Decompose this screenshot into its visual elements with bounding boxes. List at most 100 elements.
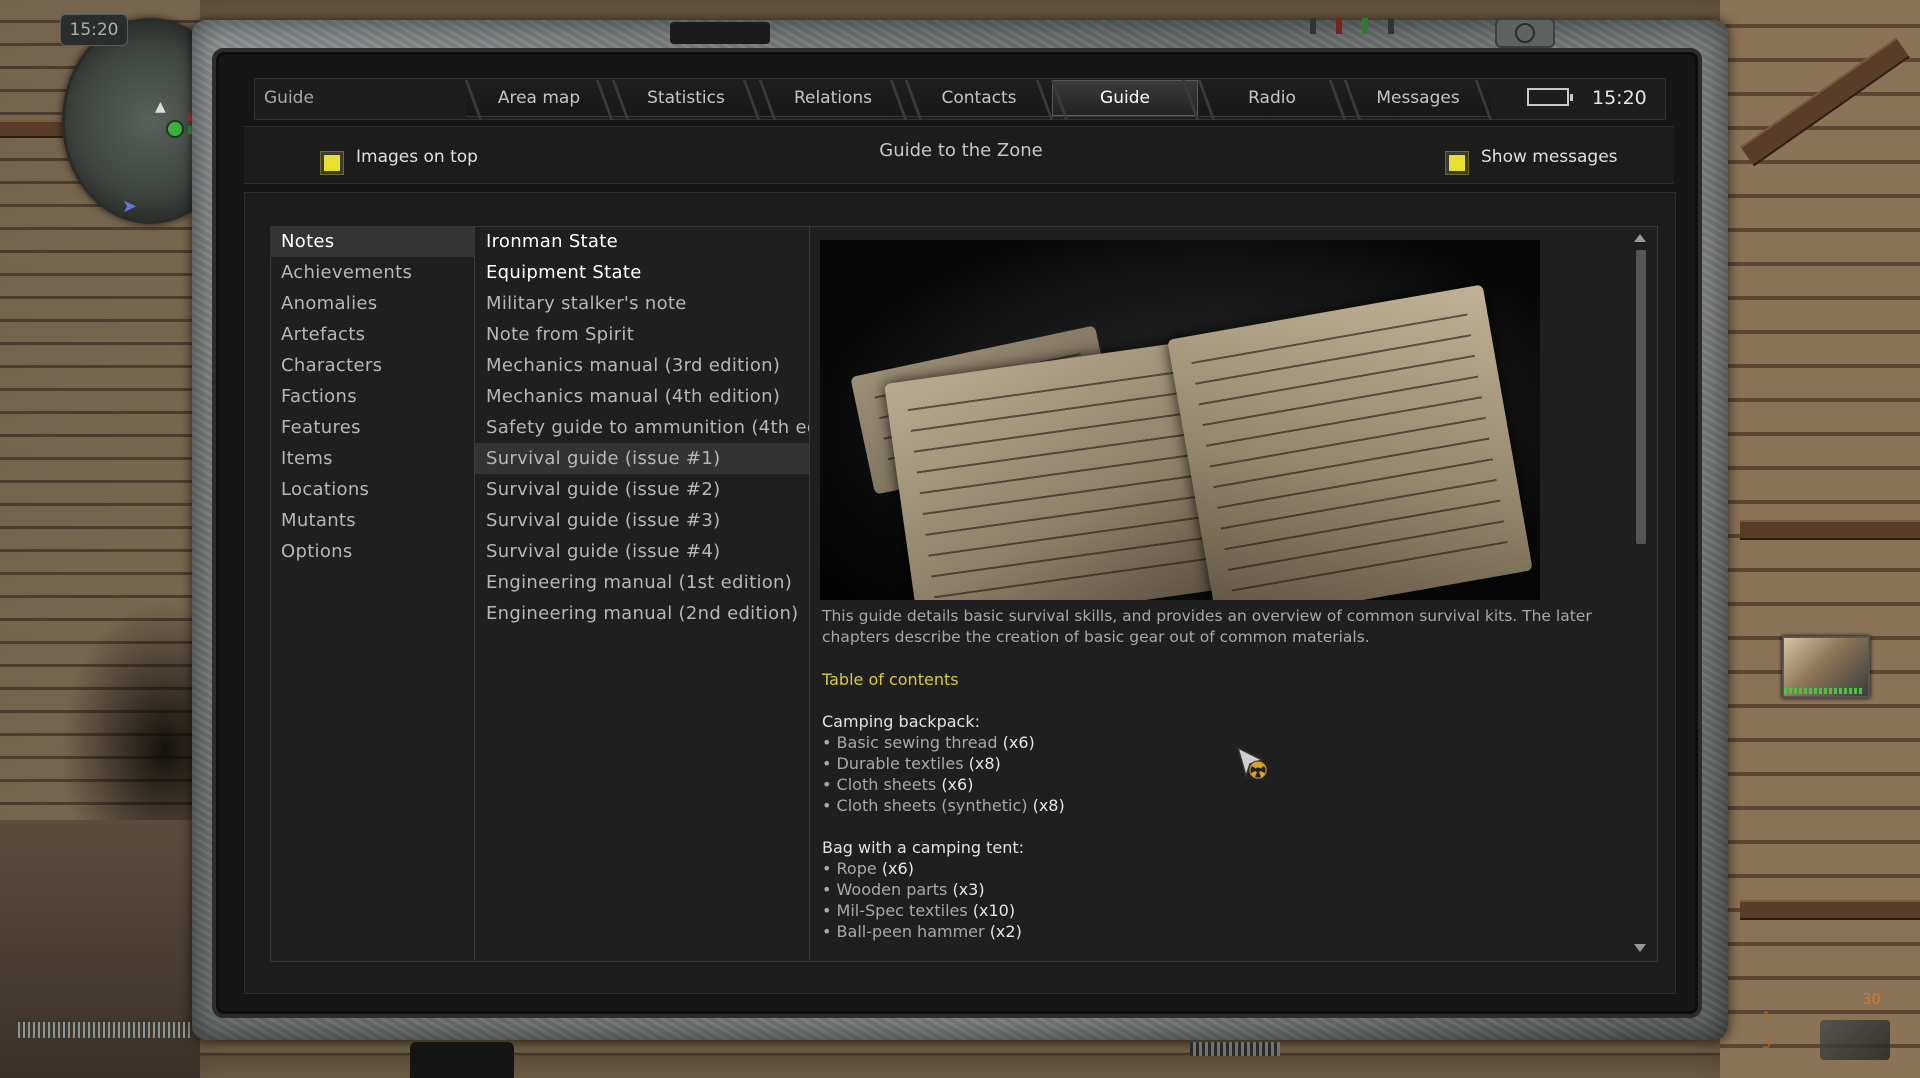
- list-item: • Wooden parts (x3): [822, 880, 985, 899]
- entry-item[interactable]: Mechanics manual (4th edition): [475, 381, 809, 412]
- tab-radio[interactable]: Radio: [1199, 80, 1345, 117]
- article-content: This guide details basic survival skills…: [820, 236, 1620, 946]
- category-anomalies[interactable]: Anomalies: [270, 288, 474, 319]
- show-messages-checkbox[interactable]: [1446, 152, 1468, 174]
- battery-icon: [1527, 88, 1573, 106]
- wood-beam: [1740, 900, 1920, 920]
- scroll-up-icon[interactable]: [1634, 234, 1646, 242]
- pda-power-button[interactable]: [1495, 18, 1555, 48]
- pda-led: [1336, 18, 1342, 34]
- category-achievements[interactable]: Achievements: [270, 257, 474, 288]
- list-item: • Cloth sheets (synthetic) (x8): [822, 796, 1065, 815]
- world-floor: [0, 820, 200, 1078]
- minimap-direction-icon: ➤: [122, 196, 138, 217]
- entry-item[interactable]: Survival guide (issue #2): [475, 474, 809, 505]
- slot-number: 3: [1762, 1036, 1771, 1052]
- tab-messages[interactable]: Messages: [1345, 80, 1491, 117]
- slot-number: 1: [1762, 1010, 1771, 1026]
- pda-led: [1388, 18, 1394, 34]
- table-of-contents-title: Table of contents: [822, 670, 959, 689]
- notebook-image: [820, 240, 1540, 600]
- entry-item[interactable]: Engineering manual (1st edition): [475, 567, 809, 598]
- item-name: Cloth sheets: [836, 775, 937, 794]
- category-notes[interactable]: Notes: [270, 226, 474, 257]
- entry-item[interactable]: Military stalker's note: [475, 288, 809, 319]
- power-icon: [1515, 23, 1535, 43]
- item-qty: (x8): [968, 754, 1001, 773]
- item-name: Wooden parts: [836, 880, 948, 899]
- page-title: Guide: [264, 88, 314, 108]
- item-name: Basic sewing thread: [836, 733, 998, 752]
- entry-item[interactable]: Mechanics manual (3rd edition): [475, 350, 809, 381]
- item-qty: (x8): [1032, 796, 1065, 815]
- entry-item[interactable]: Safety guide to ammunition (4th ed: [475, 412, 809, 443]
- category-options[interactable]: Options: [270, 536, 474, 567]
- radiation-cursor-icon: [1236, 746, 1268, 780]
- item-name: Cloth sheets (synthetic): [836, 796, 1028, 815]
- minimap-marker-icon: ▲: [155, 99, 166, 115]
- tab-contacts[interactable]: Contacts: [906, 80, 1052, 117]
- entry-item[interactable]: Survival guide (issue #3): [475, 505, 809, 536]
- entry-item[interactable]: Ironman State: [475, 226, 809, 257]
- clock: 15:20: [1592, 87, 1647, 109]
- entry-item[interactable]: Survival guide (issue #4): [475, 536, 809, 567]
- item-qty: (x2): [989, 922, 1022, 941]
- handwriting: [906, 358, 1224, 600]
- item-qty: (x6): [881, 859, 914, 878]
- entry-item-selected[interactable]: Survival guide (issue #1): [475, 443, 809, 474]
- images-on-top-checkbox[interactable]: [321, 152, 343, 174]
- minimap-time: 15:20: [60, 14, 128, 46]
- minimap-player-icon: [166, 120, 184, 138]
- pda-vent: [1190, 1042, 1280, 1056]
- wood-beam: [1740, 520, 1920, 540]
- tab-statistics[interactable]: Statistics: [613, 80, 759, 117]
- entry-item[interactable]: Equipment State: [475, 257, 809, 288]
- companion-health-bar: [1784, 688, 1864, 694]
- item-name: Rope: [836, 859, 877, 878]
- weapon-icon: [1820, 1020, 1890, 1060]
- category-factions[interactable]: Factions: [270, 381, 474, 412]
- category-items[interactable]: Items: [270, 443, 474, 474]
- category-list: Notes Achievements Anomalies Artefacts C…: [270, 226, 475, 960]
- wood-beam: [0, 120, 70, 138]
- images-on-top-label: Images on top: [356, 147, 478, 167]
- tab-guide[interactable]: Guide: [1052, 80, 1198, 117]
- guide-title: Guide to the Zone: [879, 140, 1043, 161]
- list-item: • Rope (x6): [822, 859, 914, 878]
- section-heading: Camping backpack:: [822, 712, 980, 731]
- tab-area-map[interactable]: Area map: [466, 80, 612, 117]
- category-features[interactable]: Features: [270, 412, 474, 443]
- pda-top-notch: [670, 22, 770, 44]
- pda-bottom-notch: [410, 1042, 514, 1078]
- scroll-thumb[interactable]: [1636, 250, 1646, 544]
- tab-relations[interactable]: Relations: [760, 80, 906, 117]
- ammo-count: 30: [1862, 990, 1882, 1008]
- pda-led: [1362, 18, 1368, 34]
- category-mutants[interactable]: Mutants: [270, 505, 474, 536]
- pda-led: [1310, 18, 1316, 34]
- entry-item[interactable]: Engineering manual (2nd edition): [475, 598, 809, 629]
- health-bar: [18, 1022, 190, 1038]
- show-messages-label: Show messages: [1481, 147, 1618, 167]
- item-qty: (x3): [952, 880, 985, 899]
- item-qty: (x10): [972, 901, 1016, 920]
- item-name: Ball-peen hammer: [836, 922, 985, 941]
- item-name: Durable textiles: [836, 754, 964, 773]
- category-locations[interactable]: Locations: [270, 474, 474, 505]
- list-item: • Mil-Spec textiles (x10): [822, 901, 1016, 920]
- category-artefacts[interactable]: Artefacts: [270, 319, 474, 350]
- entry-list: Ironman State Equipment State Military s…: [475, 226, 810, 960]
- item-name: Mil-Spec textiles: [836, 901, 968, 920]
- section-heading: Bag with a camping tent:: [822, 838, 1025, 857]
- handwriting: [1190, 305, 1510, 600]
- notebook-page: [1167, 284, 1533, 600]
- entry-item[interactable]: Note from Spirit: [475, 319, 809, 350]
- list-item: • Ball-peen hammer (x2): [822, 922, 1022, 941]
- item-qty: (x6): [1002, 733, 1035, 752]
- category-characters[interactable]: Characters: [270, 350, 474, 381]
- list-item: • Durable textiles (x8): [822, 754, 1001, 773]
- list-item: • Basic sewing thread (x6): [822, 733, 1035, 752]
- list-item: • Cloth sheets (x6): [822, 775, 974, 794]
- scroll-down-icon[interactable]: [1634, 944, 1646, 952]
- item-qty: (x6): [941, 775, 974, 794]
